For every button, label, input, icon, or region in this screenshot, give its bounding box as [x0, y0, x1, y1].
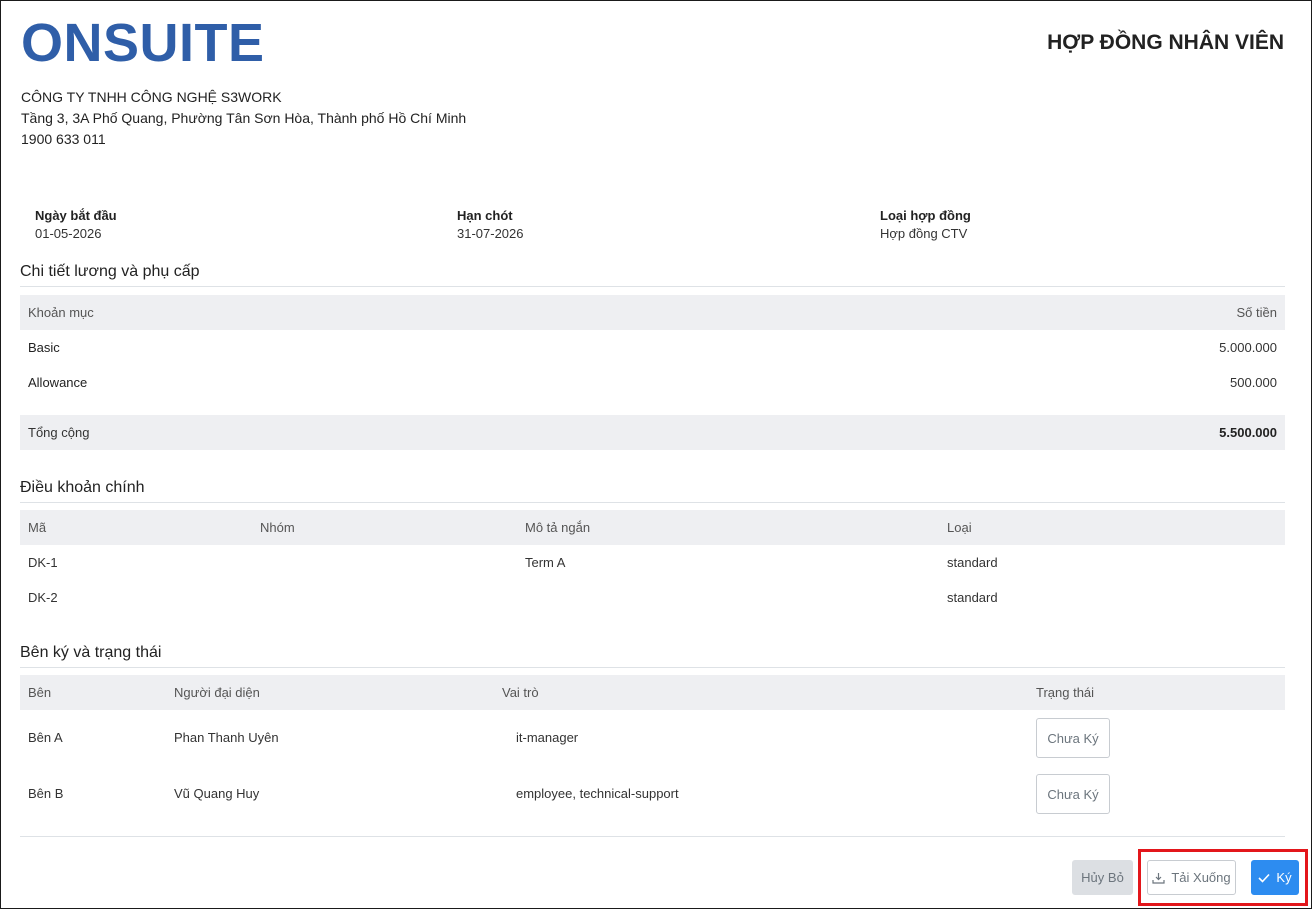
term-code: DK-1	[28, 555, 58, 570]
meta-deadline: Hạn chót 31-07-2026	[457, 207, 524, 243]
col-item-header: Khoản mục	[28, 305, 94, 320]
company-info: CÔNG TY TNHH CÔNG NGHỆ S3WORK Tầng 3, 3A…	[21, 87, 466, 150]
table-row: Bên A Phan Thanh Uyên it-manager Chưa Ký	[20, 710, 1285, 766]
terms-divider	[20, 502, 1285, 503]
salary-amount: 5.000.000	[1219, 340, 1277, 355]
signer-party: Bên A	[28, 730, 63, 745]
table-row: Allowance 500.000	[20, 365, 1285, 400]
col-code-header: Mã	[28, 520, 47, 535]
col-type-header: Loại	[947, 520, 972, 535]
table-row: DK-2 standard	[20, 580, 1285, 615]
company-name: CÔNG TY TNHH CÔNG NGHỆ S3WORK	[21, 89, 282, 105]
deadline-value: 31-07-2026	[457, 226, 524, 241]
company-address: Tầng 3, 3A Phố Quang, Phường Tân Sơn Hòa…	[21, 110, 467, 126]
total-value: 5.500.000	[1219, 425, 1277, 440]
start-date-label: Ngày bắt đầu	[35, 208, 117, 223]
signer-status-button[interactable]: Chưa Ký	[1036, 718, 1110, 758]
signers-divider	[20, 667, 1285, 668]
sign-button[interactable]: Ký	[1251, 860, 1299, 895]
download-button[interactable]: Tải Xuống	[1147, 860, 1236, 895]
deadline-label: Hạn chót	[457, 208, 513, 223]
salary-item: Basic	[28, 340, 60, 355]
term-code: DK-2	[28, 590, 58, 605]
signer-status-button[interactable]: Chưa Ký	[1036, 774, 1110, 814]
signer-role: it-manager	[516, 730, 579, 745]
terms-table-header: Mã Nhóm Mô tả ngắn Loại	[20, 510, 1285, 545]
total-label: Tổng cộng	[28, 425, 90, 440]
table-row: Bên B Vũ Quang Huy employee, technical-s…	[20, 766, 1285, 822]
col-group-header: Nhóm	[260, 520, 295, 535]
salary-item: Allowance	[28, 375, 88, 390]
col-amount-header: Số tiền	[1236, 305, 1277, 320]
salary-total-row: Tổng cộng 5.500.000	[20, 415, 1285, 450]
col-role-header: Vai trò	[502, 685, 539, 700]
company-phone: 1900 633 011	[21, 131, 106, 147]
meta-contract-type: Loại hợp đồng Hợp đồng CTV	[880, 207, 971, 243]
signers-section-title: Bên ký và trạng thái	[20, 644, 162, 661]
company-logo: ONSUITE	[21, 13, 265, 73]
signer-rep: Vũ Quang Huy	[174, 786, 260, 801]
table-row: DK-1 Term A standard	[20, 545, 1285, 580]
col-rep-header: Người đại diện	[174, 685, 260, 700]
salary-divider	[20, 286, 1285, 287]
salary-amount: 500.000	[1230, 375, 1277, 390]
col-desc-header: Mô tả ngắn	[525, 520, 591, 535]
start-date-value: 01-05-2026	[35, 226, 102, 241]
signer-rep: Phan Thanh Uyên	[174, 730, 279, 745]
contract-type-label: Loại hợp đồng	[880, 208, 971, 223]
salary-section-title: Chi tiết lương và phụ cấp	[20, 263, 200, 280]
cancel-button-label: Hủy Bỏ	[1081, 870, 1124, 885]
term-type: standard	[947, 590, 998, 605]
term-desc: Term A	[525, 555, 566, 570]
check-icon	[1258, 873, 1270, 883]
sign-button-label: Ký	[1276, 870, 1292, 885]
cancel-button[interactable]: Hủy Bỏ	[1072, 860, 1133, 895]
signer-role: employee, technical-support	[516, 786, 679, 801]
page-title: HỢP ĐỒNG NHÂN VIÊN	[1047, 31, 1284, 54]
signers-table-header: Bên Người đại diện Vai trò Trạng thái	[20, 675, 1285, 710]
salary-table-header: Khoản mục Số tiền	[20, 295, 1285, 330]
col-party-header: Bên	[28, 685, 52, 700]
contract-page: ONSUITE HỢP ĐỒNG NHÂN VIÊN CÔNG TY TNHH …	[0, 0, 1312, 909]
download-button-label: Tải Xuống	[1171, 870, 1231, 885]
meta-start-date: Ngày bắt đầu 01-05-2026	[35, 207, 117, 243]
col-status-header: Trạng thái	[1036, 685, 1095, 700]
term-type: standard	[947, 555, 998, 570]
terms-section-title: Điều khoản chính	[20, 479, 145, 496]
contract-type-value: Hợp đồng CTV	[880, 226, 968, 241]
signer-party: Bên B	[28, 786, 64, 801]
footer-divider	[20, 836, 1285, 837]
download-icon	[1152, 872, 1165, 884]
table-row: Basic 5.000.000	[20, 330, 1285, 365]
